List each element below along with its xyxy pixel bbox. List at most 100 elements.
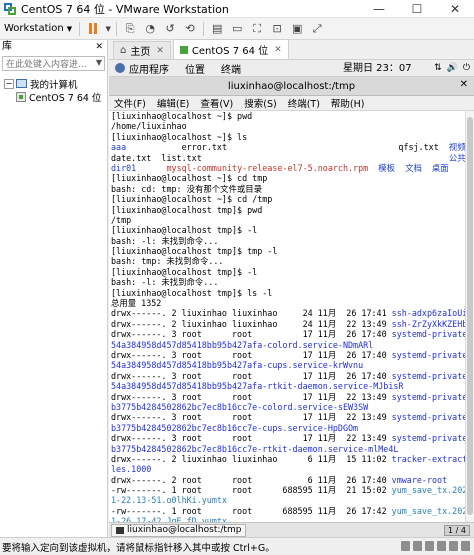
menu-view[interactable]: 查看(V): [200, 96, 233, 110]
terminal-text: [liuxinhao@localhost ~]$ ls: [111, 131, 248, 142]
terminal-text: drwx------. 2 liuxinhao liuxinhao 24 11月…: [111, 308, 392, 319]
guest-clock[interactable]: 星期日 23：07: [343, 60, 412, 77]
terminal-text: [liuxinhao@localhost tmp]$ tmp -l: [111, 246, 278, 257]
terminal-text: b3775b4284502862bc7ec8b16cc7e-rtkit-daem…: [111, 443, 399, 454]
send-ctrl-alt-del-icon[interactable]: ⎘: [120, 19, 140, 39]
tree-item-centos[interactable]: CentOS 7 64 位: [0, 90, 107, 104]
terminal-line: /tmp: [111, 215, 465, 225]
terminal-text: b3775b4284502862bc7ec8b16cc7e-cups.servi…: [111, 422, 359, 433]
terminal-line: 54a384958d457d85418bb95b427afa-cups.serv…: [111, 360, 465, 370]
close-button[interactable]: ✕: [436, 0, 474, 18]
terminal-line: 54a384958d457d85418bb95b427afa-rtkit-dae…: [111, 381, 465, 391]
tab-home[interactable]: ⌂ 主页 ✕: [113, 41, 171, 59]
gnome-foot-icon: [115, 63, 125, 73]
taskbar-item-terminal[interactable]: liuxinhao@localhost:/tmp: [111, 523, 247, 537]
terminal-line: drwx------. 2 liuxinhao liuxinhao 6 11月 …: [111, 454, 465, 464]
guest-system-tray[interactable]: ⇅ 🔊 ⏻: [434, 60, 470, 77]
applications-menu[interactable]: 应用程序: [129, 61, 169, 76]
minimize-button[interactable]: —: [360, 0, 398, 18]
library-search-input[interactable]: 在此处键入内容进... ▼: [2, 56, 105, 71]
terminal-text: vmware-root: [391, 474, 448, 485]
terminal-output[interactable]: [liuxinhao@localhost ~]$ pwd/home/liuxin…: [109, 111, 465, 522]
unity-icon[interactable]: ⊡: [267, 19, 287, 39]
sound-icon[interactable]: [449, 541, 458, 551]
library-toggle-icon[interactable]: ▤: [207, 19, 227, 39]
terminal-text: b3775b4284502862bc7ec8b16cc7e-colord.ser…: [111, 401, 369, 412]
terminal-text: systemd-private-85: [391, 370, 465, 381]
terminal-text: les.1000: [111, 464, 152, 475]
tab-label: 主页: [130, 47, 151, 58]
terminal-title-bar[interactable]: liuxinhao@localhost:/tmp ✕: [109, 77, 474, 96]
status-message: 要将输入定向到该虚拟机，请将鼠标指针移入其中或按 Ctrl+G。: [2, 542, 275, 554]
workstation-menu[interactable]: Workstation ▼: [0, 19, 76, 39]
thumbnail-icon[interactable]: ▭: [227, 19, 247, 39]
terminal-text: drwx------. 2 root root 6 11月 26 17:40: [111, 474, 392, 485]
places-menu[interactable]: 位置: [185, 61, 205, 76]
terminal-text: -rw-------. 1 root root 688595 11月 26 17…: [111, 505, 392, 516]
maximize-button[interactable]: ☐: [398, 0, 436, 18]
chevron-down-icon[interactable]: ▼: [96, 58, 102, 67]
collapse-icon[interactable]: −: [4, 78, 14, 89]
menu-edit[interactable]: 编辑(E): [157, 96, 189, 110]
terminal-line: drwx------. 3 root root 17 11月 22 13:49 …: [111, 433, 465, 443]
terminal-line: b3775b4284502862bc7ec8b16cc7e-cups.servi…: [111, 423, 465, 433]
toolbar-divider: [203, 21, 205, 36]
terminal-text: [liuxinhao@localhost tmp]$ -l: [111, 266, 258, 277]
terminal-line: drwx------. 2 liuxinhao liuxinhao 24 11月…: [111, 319, 465, 329]
usb-icon[interactable]: [437, 541, 446, 551]
library-tree: − 我的计算机 CentOS 7 64 位: [0, 77, 107, 104]
stretch-icon[interactable]: ⤢: [307, 19, 327, 39]
terminal-text: 54a384958d457d85418bb95b427afa-colord.se…: [111, 339, 374, 350]
library-search-placeholder: 在此处键入内容进...: [6, 60, 87, 70]
terminal-text: 1-22.13-51.o0lhKi.yumtx: [111, 495, 227, 506]
full-screen-icon[interactable]: ⛶: [247, 19, 267, 39]
workstation-menu-label: Workstation: [4, 23, 64, 34]
terminal-text: 视频 下载: [448, 142, 465, 153]
terminal-text: yum_save_tx.2023-1: [391, 485, 465, 496]
snapshot-icon[interactable]: ◔: [140, 19, 160, 39]
chevron-down-icon: ▼: [66, 24, 73, 33]
terminal-text: 公共 图片 音乐: [448, 152, 465, 163]
terminal-line: [liuxinhao@localhost ~]$ cd tmp: [111, 173, 465, 183]
tree-item-my-computer[interactable]: − 我的计算机: [0, 77, 107, 91]
terminal-line: drwx------. 3 root root 17 11月 26 17:40 …: [111, 329, 465, 339]
scrollbar-thumb[interactable]: [467, 117, 473, 515]
terminal-line: bash: -l: 未找到命令...: [111, 236, 465, 246]
workspace-pager[interactable]: 1 / 4: [444, 525, 470, 536]
computer-icon: [16, 79, 27, 88]
terminal-line: drwx------. 3 root root 17 11月 26 17:40 …: [111, 350, 465, 360]
terminal-line: dir01 mysql-community-release-el7-5.noar…: [111, 163, 465, 173]
network-adapter-icon[interactable]: [425, 541, 434, 551]
menu-search[interactable]: 搜索(S): [244, 96, 276, 110]
close-icon[interactable]: ✕: [156, 46, 164, 56]
close-icon[interactable]: ✕: [95, 40, 103, 54]
network-icon: ⇅: [434, 63, 442, 73]
terminal-text: aaa: [111, 142, 127, 153]
close-icon[interactable]: ✕: [274, 45, 282, 55]
pause-button[interactable]: [83, 19, 103, 39]
hard-disk-icon[interactable]: [401, 541, 410, 551]
terminal-scrollbar[interactable]: [465, 111, 474, 522]
terminal-text: /tmp: [111, 214, 132, 225]
terminal-text: systemd-private-85: [391, 349, 465, 360]
terminal-line: bash: cd: tmp: 没有那个文件或目录: [111, 184, 465, 194]
console-view-icon[interactable]: ▣: [287, 19, 307, 39]
tab-centos[interactable]: CentOS 7 64 位 ✕: [172, 39, 289, 59]
terminal-text: systemd-private-9a: [391, 391, 465, 402]
display-icon[interactable]: [461, 541, 470, 551]
terminal-text: drwx------. 3 root root 17 11月 26 17:40: [111, 370, 392, 381]
cd-rom-icon[interactable]: [413, 541, 422, 551]
menu-file[interactable]: 文件(F): [114, 96, 146, 110]
revert-snapshot-icon[interactable]: ↺: [160, 19, 180, 39]
library-header: 库 ✕: [0, 40, 107, 54]
menu-help[interactable]: 帮助(H): [331, 96, 365, 110]
terminal-line: drwx------. 2 liuxinhao liuxinhao 24 11月…: [111, 308, 465, 318]
terminal-line: -rw-------. 1 root root 688595 11月 21 15…: [111, 485, 465, 495]
terminal-menu[interactable]: 终端: [221, 61, 241, 76]
close-icon[interactable]: ✕: [460, 79, 468, 90]
toolbar-divider: [116, 21, 118, 36]
snapshot-manager-icon[interactable]: ⟲: [180, 19, 200, 39]
terminal-text: drwx------. 2 liuxinhao liuxinhao 24 11月…: [111, 318, 392, 329]
power-dropdown-button[interactable]: ▼: [103, 19, 113, 39]
menu-terminal[interactable]: 终端(T): [288, 96, 320, 110]
